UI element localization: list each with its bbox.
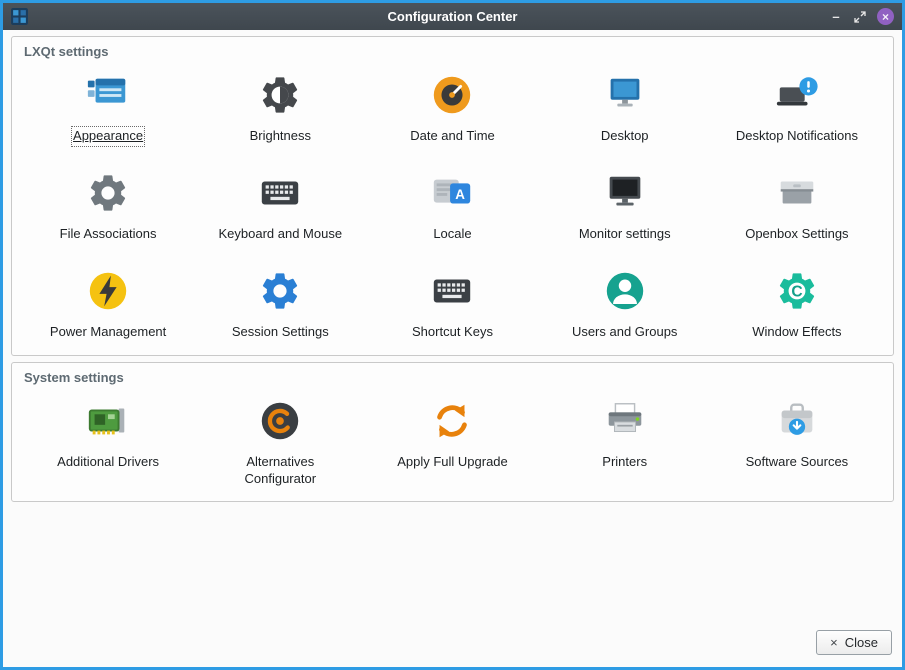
date-time-icon — [429, 69, 475, 121]
lxqt-settings-group-title: LXQt settings — [22, 39, 883, 61]
launcher-window-effects[interactable]: C Window Effects — [711, 257, 883, 341]
maximize-icon[interactable] — [853, 10, 867, 24]
alternatives-configurator-icon — [257, 395, 303, 447]
launcher-label: Monitor settings — [579, 226, 671, 243]
window-title: Configuration Center — [3, 9, 902, 24]
window-effects-icon: C — [775, 265, 819, 317]
launcher-locale[interactable]: A Locale — [366, 159, 538, 243]
launcher-label: Power Management — [50, 324, 166, 341]
launcher-label: Brightness — [250, 128, 311, 145]
launcher-label: Appearance — [73, 128, 143, 145]
titlebar[interactable]: Configuration Center – × — [3, 3, 902, 30]
launcher-monitor-settings[interactable]: Monitor settings — [539, 159, 711, 243]
launcher-label: Users and Groups — [572, 324, 678, 341]
launcher-desktop-notifications[interactable]: Desktop Notifications — [711, 61, 883, 145]
content-area: LXQt settings Appearance Brightness — [3, 30, 902, 667]
lxqt-settings-group: LXQt settings Appearance Brightness — [11, 36, 894, 356]
launcher-label: Date and Time — [410, 128, 495, 145]
launcher-session-settings[interactable]: Session Settings — [194, 257, 366, 341]
launcher-label: Desktop — [601, 128, 649, 145]
desktop-notifications-icon — [774, 69, 820, 121]
launcher-apply-full-upgrade[interactable]: Apply Full Upgrade — [366, 387, 538, 488]
launcher-keyboard-and-mouse[interactable]: Keyboard and Mouse — [194, 159, 366, 243]
launcher-label: Shortcut Keys — [412, 324, 493, 341]
keyboard-mouse-icon — [257, 167, 303, 219]
launcher-label: Desktop Notifications — [736, 128, 858, 145]
launcher-label: Openbox Settings — [745, 226, 848, 243]
launcher-label: Window Effects — [752, 324, 841, 341]
launcher-label: File Associations — [60, 226, 157, 243]
software-sources-icon — [774, 395, 820, 447]
launcher-label: Additional Drivers — [57, 454, 159, 471]
launcher-appearance[interactable]: Appearance — [22, 61, 194, 145]
configuration-center-window: Configuration Center – × LXQt settings A… — [0, 0, 905, 670]
launcher-power-management[interactable]: Power Management — [22, 257, 194, 341]
power-management-icon — [85, 265, 131, 317]
launcher-software-sources[interactable]: Software Sources — [711, 387, 883, 488]
locale-icon: A — [429, 167, 475, 219]
file-associations-icon — [86, 167, 130, 219]
close-window-button[interactable]: × — [877, 8, 894, 25]
launcher-alternatives-configurator[interactable]: Alternatives Configurator — [194, 387, 366, 488]
launcher-shortcut-keys[interactable]: Shortcut Keys — [366, 257, 538, 341]
openbox-settings-icon — [774, 167, 820, 219]
system-settings-group: System settings Additional Drivers Alter… — [11, 362, 894, 503]
minimize-button[interactable]: – — [829, 10, 843, 24]
brightness-icon — [258, 69, 302, 121]
launcher-printers[interactable]: Printers — [539, 387, 711, 488]
launcher-users-and-groups[interactable]: Users and Groups — [539, 257, 711, 341]
close-button-label: Close — [845, 635, 878, 650]
desktop-icon — [602, 69, 648, 121]
launcher-label: Session Settings — [232, 324, 329, 341]
launcher-desktop[interactable]: Desktop — [539, 61, 711, 145]
app-icon — [11, 8, 28, 25]
apply-full-upgrade-icon — [429, 395, 475, 447]
svg-text:A: A — [456, 187, 466, 202]
close-x-icon: × — [830, 635, 838, 650]
printers-icon — [602, 395, 648, 447]
launcher-label: Keyboard and Mouse — [218, 226, 342, 243]
launcher-label: Apply Full Upgrade — [397, 454, 508, 471]
launcher-date-and-time[interactable]: Date and Time — [366, 61, 538, 145]
launcher-label: Printers — [602, 454, 647, 471]
launcher-label: Software Sources — [746, 454, 849, 471]
system-settings-group-title: System settings — [22, 365, 883, 387]
launcher-label: Alternatives Configurator — [214, 454, 346, 488]
session-settings-icon — [258, 265, 302, 317]
launcher-openbox-settings[interactable]: Openbox Settings — [711, 159, 883, 243]
system-settings-grid: Additional Drivers Alternatives Configur… — [22, 387, 883, 488]
svg-text:C: C — [791, 283, 802, 300]
launcher-brightness[interactable]: Brightness — [194, 61, 366, 145]
close-button[interactable]: × Close — [816, 630, 892, 655]
monitor-settings-icon — [602, 167, 648, 219]
launcher-label: Locale — [433, 226, 471, 243]
users-groups-icon — [602, 265, 648, 317]
footer: × Close — [11, 620, 894, 659]
appearance-icon — [85, 69, 131, 121]
launcher-file-associations[interactable]: File Associations — [22, 159, 194, 243]
launcher-additional-drivers[interactable]: Additional Drivers — [22, 387, 194, 488]
shortcut-keys-icon — [429, 265, 475, 317]
lxqt-settings-grid: Appearance Brightness Date and Time — [22, 61, 883, 341]
additional-drivers-icon — [85, 395, 131, 447]
